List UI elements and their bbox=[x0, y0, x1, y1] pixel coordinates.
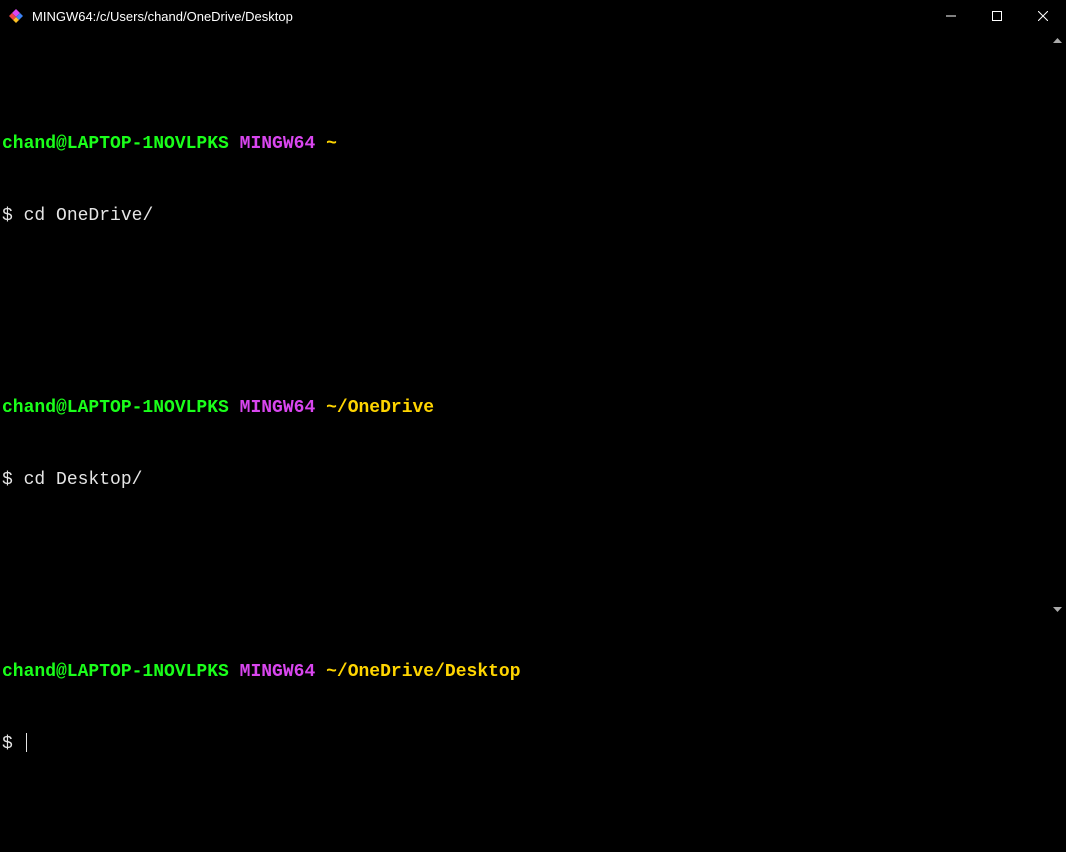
prompt-path: ~ bbox=[326, 134, 337, 154]
window-controls bbox=[928, 0, 1066, 32]
app-icon bbox=[8, 8, 24, 24]
minimize-button[interactable] bbox=[928, 0, 974, 32]
scroll-down-icon[interactable] bbox=[1049, 601, 1066, 618]
prompt-block: chand@LAPTOP-1NOVLPKS MINGW64 ~ $ cd One… bbox=[2, 84, 1045, 276]
command-text: cd Desktop/ bbox=[24, 470, 143, 490]
prompt-path: ~/OneDrive bbox=[326, 398, 434, 418]
prompt-env: MINGW64 bbox=[240, 134, 316, 154]
prompt-env: MINGW64 bbox=[240, 398, 316, 418]
prompt-dollar: $ bbox=[2, 206, 13, 226]
scrollbar[interactable] bbox=[1049, 32, 1066, 618]
prompt-user: chand@LAPTOP-1NOVLPKS bbox=[2, 662, 229, 682]
prompt-path: ~/OneDrive/Desktop bbox=[326, 662, 520, 682]
prompt-block: chand@LAPTOP-1NOVLPKS MINGW64 ~/OneDrive… bbox=[2, 612, 1045, 804]
titlebar: MINGW64:/c/Users/chand/OneDrive/Desktop bbox=[0, 0, 1066, 32]
prompt-dollar: $ bbox=[2, 734, 13, 754]
prompt-block: chand@LAPTOP-1NOVLPKS MINGW64 ~/OneDrive… bbox=[2, 348, 1045, 540]
prompt-user: chand@LAPTOP-1NOVLPKS bbox=[2, 398, 229, 418]
close-button[interactable] bbox=[1020, 0, 1066, 32]
terminal-body[interactable]: chand@LAPTOP-1NOVLPKS MINGW64 ~ $ cd One… bbox=[0, 32, 1049, 618]
command-text: cd OneDrive/ bbox=[24, 206, 154, 226]
cursor bbox=[26, 733, 27, 752]
prompt-env: MINGW64 bbox=[240, 662, 316, 682]
scroll-up-icon[interactable] bbox=[1049, 32, 1066, 49]
prompt-dollar: $ bbox=[2, 470, 13, 490]
prompt-user: chand@LAPTOP-1NOVLPKS bbox=[2, 134, 229, 154]
window-title: MINGW64:/c/Users/chand/OneDrive/Desktop bbox=[32, 9, 928, 24]
maximize-button[interactable] bbox=[974, 0, 1020, 32]
